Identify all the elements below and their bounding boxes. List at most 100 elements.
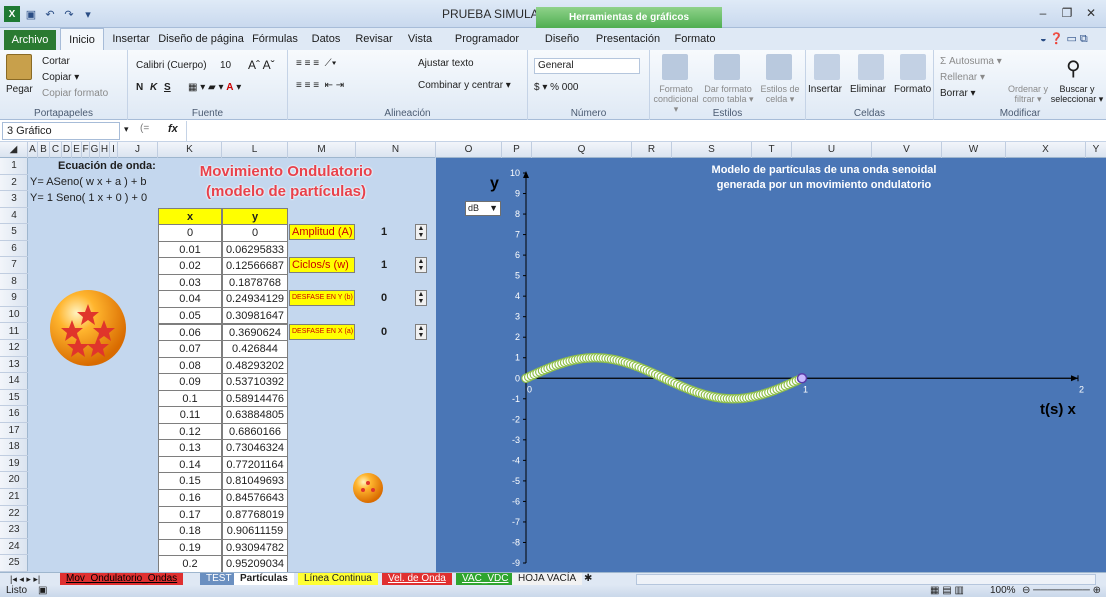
currency-button[interactable]: $ ▾ % 000 [534, 82, 579, 93]
table-cell-y[interactable]: 0.30981647 [222, 306, 288, 325]
column-header[interactable]: F [82, 142, 90, 158]
unit-select[interactable]: dB ▼ [465, 201, 501, 216]
tab-inicio[interactable]: Inicio [60, 28, 104, 50]
table-cell-y[interactable]: 0.63884805 [222, 406, 288, 424]
column-header[interactable]: Y [1086, 142, 1106, 158]
align-top-icon[interactable]: ≡ ≡ ≡ ⟋▾ [296, 58, 337, 69]
delete-button[interactable]: Eliminar [850, 84, 886, 95]
merge-center-button[interactable]: Combinar y centrar ▾ [418, 80, 511, 91]
conditional-format-icon[interactable] [662, 54, 688, 80]
column-header[interactable]: A [28, 142, 38, 158]
table-cell-y[interactable]: 0.87768019 [222, 505, 288, 524]
clear-button[interactable]: Borrar ▾ [940, 88, 976, 99]
row-header[interactable]: 6 [0, 241, 28, 258]
table-cell-x[interactable]: 0.02 [158, 257, 222, 275]
formula-input[interactable] [186, 121, 1104, 141]
row-header[interactable]: 10 [0, 307, 28, 324]
table-header-x[interactable]: x [158, 207, 222, 226]
table-cell-x[interactable]: 0.09 [158, 373, 222, 391]
table-header-y[interactable]: y [222, 207, 288, 226]
row-header[interactable]: 19 [0, 456, 28, 473]
restore-icon[interactable]: ❐ [1056, 4, 1078, 22]
insert-cells-icon[interactable] [814, 54, 840, 80]
close-icon[interactable]: ✕ [1080, 4, 1102, 22]
tab-presentacion[interactable]: Presentación [592, 28, 664, 50]
worksheet-grid[interactable]: Ecuación de onda: Y= ASeno( w x + a ) + … [28, 158, 436, 572]
column-header[interactable]: V [872, 142, 942, 158]
table-cell-x[interactable]: 0.2 [158, 555, 222, 572]
table-cell-x[interactable]: 0.01 [158, 240, 222, 259]
row-header[interactable]: 5 [0, 224, 28, 241]
row-header[interactable]: 9 [0, 290, 28, 307]
format-painter-button[interactable]: Copiar formato [42, 88, 108, 99]
column-header[interactable]: M [288, 142, 356, 158]
underline-button[interactable]: S [164, 82, 171, 93]
row-header[interactable]: 23 [0, 522, 28, 539]
italic-button[interactable]: K [150, 82, 157, 93]
table-cell-y[interactable]: 0.73046324 [222, 439, 288, 457]
row-header[interactable]: 11 [0, 324, 28, 341]
equation-general[interactable]: Y= ASeno( w x + a ) + b [30, 174, 146, 190]
paste-icon[interactable] [6, 54, 32, 80]
scatter-chart[interactable]: 109876543210-1-2-3-4-5-6-7-8-90 1 2 [438, 161, 1106, 571]
horizontal-scrollbar[interactable] [636, 574, 1096, 585]
param-value[interactable]: 1 [357, 224, 411, 240]
table-cell-x[interactable]: 0.11 [158, 406, 222, 424]
column-header[interactable]: Q [532, 142, 632, 158]
table-cell-x[interactable]: 0.15 [158, 472, 222, 490]
zoom-slider[interactable]: ⊖ ──────── ⊕ [1022, 585, 1101, 597]
table-cell-y[interactable]: 0.426844 [222, 340, 288, 358]
param-spinner[interactable]: ▲ ▼ [415, 290, 427, 307]
paste-button[interactable]: Pegar [6, 84, 33, 95]
tab-diseno-pagina[interactable]: Diseño de página [158, 28, 244, 50]
insert-button[interactable]: Insertar [808, 84, 842, 95]
table-cell-x[interactable]: 0.13 [158, 439, 222, 457]
column-header[interactable]: U [792, 142, 872, 158]
row-header[interactable]: 25 [0, 555, 28, 572]
find-select-button[interactable]: Buscar y seleccionar ▾ [1050, 84, 1104, 105]
table-cell-x[interactable]: 0 [158, 224, 222, 242]
fill-color-icon[interactable]: ▦ ▾ ▰ ▾ A ▾ [188, 82, 241, 93]
table-cell-y[interactable]: 0.58914476 [222, 389, 288, 408]
row-header[interactable]: 24 [0, 539, 28, 556]
column-header[interactable]: R [632, 142, 672, 158]
table-cell-y[interactable]: 0 [222, 224, 288, 242]
font-size-select[interactable]: 10 [220, 60, 231, 71]
column-header[interactable]: D [62, 142, 72, 158]
dragon-ball-large-icon[interactable] [48, 288, 128, 368]
sort-filter-button[interactable]: Ordenar y filtrar ▾ [1006, 84, 1050, 105]
table-cell-y[interactable]: 0.6860166 [222, 422, 288, 441]
tab-insertar[interactable]: Insertar [108, 28, 154, 50]
tab-diseno[interactable]: Diseño [540, 28, 584, 50]
dragon-ball-small-icon[interactable] [352, 472, 384, 504]
table-cell-x[interactable]: 0.17 [158, 505, 222, 524]
format-table-icon[interactable] [714, 54, 740, 80]
row-header[interactable]: 12 [0, 340, 28, 357]
column-header[interactable]: P [502, 142, 532, 158]
table-cell-y[interactable]: 0.3690624 [222, 323, 288, 342]
row-header[interactable]: 13 [0, 357, 28, 374]
table-cell-x[interactable]: 0.1 [158, 389, 222, 408]
insert-function-icon[interactable]: fx [168, 123, 178, 135]
column-header[interactable]: O [436, 142, 502, 158]
column-header[interactable]: E [72, 142, 82, 158]
table-cell-y[interactable]: 0.53710392 [222, 373, 288, 391]
delete-cells-icon[interactable] [858, 54, 884, 80]
table-cell-x[interactable]: 0.12 [158, 422, 222, 441]
table-cell-y[interactable]: 0.90611159 [222, 522, 288, 540]
column-header[interactable]: B [38, 142, 50, 158]
font-grow-icon[interactable]: Aˆ Aˇ [248, 58, 275, 72]
table-cell-y[interactable]: 0.24934129 [222, 290, 288, 308]
param-spinner[interactable]: ▲ ▼ [415, 224, 427, 241]
row-header[interactable]: 18 [0, 439, 28, 456]
table-cell-y[interactable]: 0.95209034 [222, 555, 288, 572]
table-cell-x[interactable]: 0.18 [158, 522, 222, 540]
column-header[interactable]: S [672, 142, 752, 158]
tab-archivo[interactable]: Archivo [4, 30, 56, 50]
column-header[interactable]: W [942, 142, 1006, 158]
column-header[interactable]: H [100, 142, 110, 158]
chart-container[interactable]: 10 9 8 7 6 5 4 3 2 1 0 -1 -2 -3 -4 -5 -6 -7 -8 -9 0 1 2 Modelo… [438, 161, 1106, 571]
row-header[interactable]: 7 [0, 257, 28, 274]
table-cell-x[interactable]: 0.03 [158, 273, 222, 292]
tab-programador[interactable]: Programador [442, 28, 532, 50]
